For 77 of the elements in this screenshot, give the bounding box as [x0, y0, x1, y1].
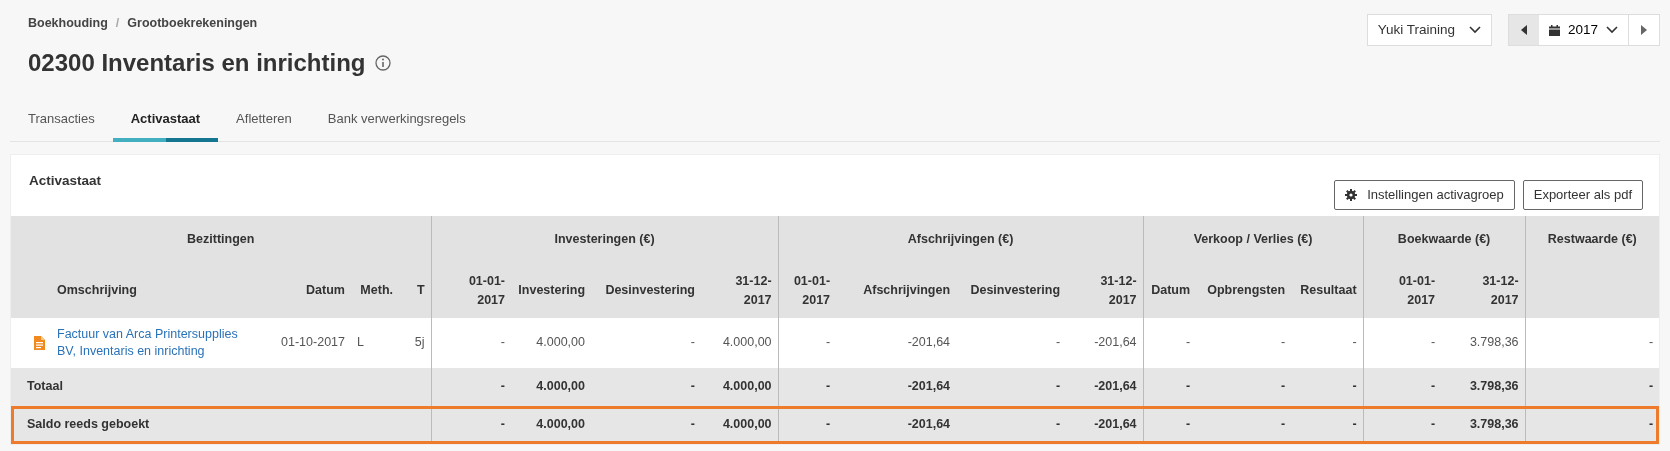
settings-button[interactable]: Instellingen activagroep	[1334, 180, 1515, 210]
export-button[interactable]: Exporteer als pdf	[1522, 180, 1643, 210]
column-group-header: Investeringen (€)	[431, 215, 779, 264]
column-header: 01-01-2017	[431, 263, 511, 318]
column-group-header: Verkoop / Verlies (€)	[1143, 215, 1364, 264]
page-title: 02300 Inventaris en inrichting	[28, 48, 366, 78]
calendar-icon	[1548, 24, 1560, 36]
table-cell: 3.798,36	[1441, 317, 1526, 368]
column-header: Afschrijvingen	[836, 263, 957, 318]
column-header: 01-01-2017	[778, 263, 837, 318]
column-header: 31-12-2017	[1441, 263, 1526, 318]
column-group-header: Afschrijvingen (€)	[778, 215, 1144, 264]
table-cell: -201,64	[836, 367, 957, 406]
breadcrumb-link[interactable]: Grootboekrekeningen	[127, 14, 258, 33]
table-cell: 4.000,00	[511, 317, 591, 368]
row-label: Totaal	[11, 367, 431, 406]
triangle-right-icon	[1641, 25, 1647, 35]
breadcrumb-link[interactable]: Boekhouding	[28, 14, 108, 33]
table-cell: 4.000,00	[701, 367, 779, 406]
table-cell: -	[1196, 367, 1292, 406]
table-cell: -201,64	[1066, 317, 1144, 368]
column-header: Meth.	[351, 263, 399, 318]
column-header: Omschrijving	[51, 263, 263, 318]
column-header: Desinvestering	[956, 263, 1067, 318]
table-cell: -	[778, 317, 837, 368]
table-cell: 01-10-2017	[263, 317, 351, 368]
table-cell: -201,64	[1066, 367, 1144, 406]
chevron-down-icon	[1606, 26, 1618, 34]
column-header: 31-12-2017	[701, 263, 779, 318]
table-cell: -	[1143, 317, 1197, 368]
column-header: Resultaat	[1291, 263, 1364, 318]
breadcrumb-separator: /	[115, 15, 120, 32]
asset-link[interactable]: Factuur van Arca Printersupplies BV, Inventaris en inrichting	[57, 325, 257, 360]
table-cell: -	[1196, 317, 1292, 368]
table-cell: -	[591, 317, 701, 368]
table-cell: L	[351, 317, 399, 368]
card-title: Activastaat	[29, 172, 102, 191]
table-cell: -	[956, 317, 1067, 368]
column-header: Datum	[1143, 263, 1197, 318]
tab[interactable]: Activastaat	[112, 99, 219, 143]
table-cell: -	[1525, 317, 1660, 368]
column-header: Datum	[263, 263, 351, 318]
table-cell: -	[1363, 317, 1442, 368]
column-group-header: Bezittingen	[11, 215, 431, 264]
column-header: Opbrengsten	[1196, 263, 1292, 318]
column-header: 01-01-2017	[1363, 263, 1442, 318]
chevron-down-icon	[1468, 26, 1481, 34]
column-group-header: Boekwaarde (€)	[1363, 215, 1526, 264]
tab[interactable]: Afletteren	[218, 99, 310, 143]
table-cell: -	[1143, 367, 1197, 406]
column-header: 31-12-2017	[1066, 263, 1144, 318]
table-cell: -	[956, 367, 1067, 406]
column-group-header: Restwaarde (€)	[1525, 215, 1660, 264]
triangle-left-icon	[1520, 25, 1527, 35]
settings-icon	[1345, 188, 1358, 201]
table-cell: -	[431, 367, 511, 406]
column-header: Desinvestering	[591, 263, 701, 318]
table-cell: 3.798,36	[1441, 367, 1526, 406]
info-icon	[375, 55, 392, 72]
table-cell: -	[778, 367, 837, 406]
column-header: T	[399, 263, 431, 318]
tab[interactable]: Transacties	[10, 99, 113, 143]
document-icon	[34, 335, 45, 350]
table-cell: 5j	[399, 317, 431, 368]
table-cell: -	[1363, 367, 1442, 406]
table-cell: -	[591, 367, 701, 406]
table-cell: -	[1525, 367, 1660, 406]
table-cell: -201,64	[836, 317, 957, 368]
tab[interactable]: Bank verwerkingsregels	[309, 99, 484, 143]
company-select[interactable]: Yuki Training	[1366, 14, 1492, 46]
previous-year-button[interactable]	[1508, 15, 1539, 45]
table-cell: 4.000,00	[511, 367, 591, 406]
table-cell: 4.000,00	[701, 317, 779, 368]
table-cell: -	[431, 317, 511, 368]
table-cell: -	[1291, 317, 1364, 368]
column-header: Investering	[511, 263, 591, 318]
table-cell: -	[1291, 367, 1364, 406]
